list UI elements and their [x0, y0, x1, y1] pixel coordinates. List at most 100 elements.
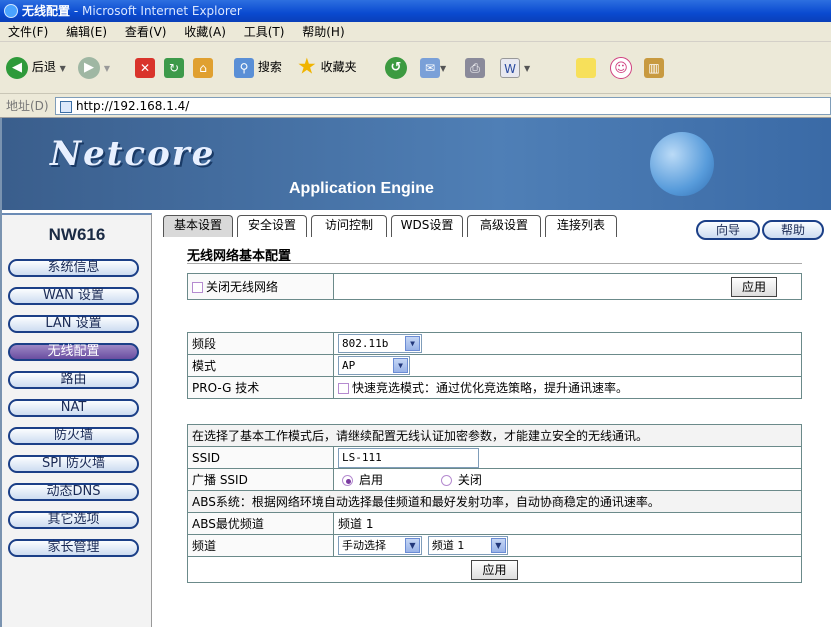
note-button[interactable]	[576, 54, 596, 80]
home-button[interactable]: ⌂	[193, 54, 213, 80]
abs-text: ABS系统：根据网络环境自动选择最佳频道和最好发射功率，自动协商稳定的通讯速率。	[187, 490, 802, 513]
tab-access-control[interactable]: 访问控制	[311, 215, 387, 237]
title-bar: 无线配置 - Microsoft Internet Explorer	[0, 0, 831, 22]
channel-cell: 手动选择 ▼ 频道 1 ▼	[333, 534, 802, 557]
chevron-down-icon: ▼	[405, 538, 420, 553]
refresh-button[interactable]: ↻	[164, 54, 184, 80]
prog-checkbox[interactable]	[338, 383, 349, 394]
ssid-channel-table: 在选择了基本工作模式后，请继续配置无线认证加密参数，才能建立安全的无线通讯。 S…	[187, 424, 802, 583]
form-heading: 无线网络基本配置	[187, 249, 292, 264]
tab-basic[interactable]: 基本设置	[163, 215, 233, 237]
nav-ddns[interactable]: 动态DNS	[8, 483, 139, 501]
tab-connections[interactable]: 连接列表	[545, 215, 617, 237]
apply-bottom-button[interactable]: 应用	[471, 559, 518, 580]
back-arrow-icon: ◀	[6, 56, 28, 79]
back-button[interactable]: ◀ 后退 ▼	[6, 54, 66, 80]
menu-bar: 文件(F) 编辑(E) 查看(V) 收藏(A) 工具(T) 帮助(H)	[0, 22, 831, 42]
word-icon: W	[500, 57, 520, 78]
ie-icon	[4, 4, 18, 18]
refresh-icon: ↻	[164, 57, 184, 78]
band-select[interactable]: 802.11b ▼	[338, 334, 422, 353]
apply-button[interactable]: 应用	[730, 276, 777, 297]
forward-arrow-icon: ▶	[78, 56, 100, 79]
toolbar: ◀ 后退 ▼ ▶ ▼ ✕ ↻ ⌂ ⚲ 搜索 ★ 收藏夹 ↺ ✉ ▼ ⎙ W ▼ ☺ …	[0, 42, 831, 94]
history-button[interactable]: ↺	[385, 54, 407, 80]
channel-value: 频道 1	[431, 539, 465, 552]
tab-security[interactable]: 安全设置	[237, 215, 307, 237]
brand-logo: Netcore	[50, 134, 216, 174]
channel-mode-select[interactable]: 手动选择 ▼	[338, 536, 422, 555]
nav-system-info[interactable]: 系统信息	[8, 259, 139, 277]
favorites-button[interactable]: ★ 收藏夹	[297, 54, 357, 80]
address-label: 地址(D)	[6, 99, 49, 113]
channel-select[interactable]: 频道 1 ▼	[427, 536, 508, 555]
search-icon: ⚲	[234, 57, 254, 78]
browser-window: 无线配置 - Microsoft Internet Explorer 文件(F)…	[0, 0, 831, 627]
globe-icon	[650, 132, 714, 196]
window-title-app: - Microsoft Internet Explorer	[70, 4, 242, 18]
prog-cell: 快速竞选模式：通过优化竞选策略，提升通讯速率。	[333, 376, 802, 399]
nav-parental[interactable]: 家长管理	[8, 539, 139, 557]
nav-wan[interactable]: WAN 设置	[8, 287, 139, 305]
address-url: http://192.168.1.4/	[76, 99, 190, 113]
notice-text: 在选择了基本工作模式后，请继续配置无线认证加密参数，才能建立安全的无线通讯。	[187, 424, 802, 447]
nav-spi-firewall[interactable]: SPI 防火墙	[8, 455, 139, 473]
mail-button[interactable]: ✉ ▼	[420, 54, 446, 80]
history-icon: ↺	[385, 56, 407, 79]
nav-wireless[interactable]: 无线配置	[8, 343, 139, 361]
ssid-cell: LS-111	[333, 446, 802, 469]
forward-button[interactable]: ▶ ▼	[78, 54, 110, 80]
note-icon	[576, 57, 596, 78]
page-icon	[60, 100, 72, 113]
ssid-input[interactable]: LS-111	[338, 447, 479, 468]
star-icon: ★	[297, 54, 317, 80]
tab-advanced[interactable]: 高级设置	[467, 215, 541, 237]
band-value: 802.11b	[342, 337, 389, 350]
nav-other[interactable]: 其它选项	[8, 511, 139, 529]
research-button[interactable]: ▥	[644, 54, 664, 80]
dropdown-arrow-icon: ▼	[59, 64, 66, 73]
broadcast-enable-radio[interactable]	[342, 475, 353, 486]
broadcast-cell: 启用 关闭	[333, 468, 802, 491]
nav-lan[interactable]: LAN 设置	[8, 315, 139, 333]
apply2-cell: 应用	[187, 556, 802, 583]
mode-select[interactable]: AP ▼	[338, 356, 410, 375]
search-button[interactable]: ⚲ 搜索	[234, 54, 282, 80]
stop-icon: ✕	[135, 57, 155, 78]
menu-view[interactable]: 查看(V)	[125, 25, 167, 39]
heading-divider	[187, 263, 802, 264]
band-label: 频段	[187, 332, 334, 355]
tab-wds[interactable]: WDS设置	[391, 215, 463, 237]
messenger-icon: ☺	[610, 56, 632, 79]
print-button[interactable]: ⎙	[465, 54, 485, 80]
menu-tools[interactable]: 工具(T)	[244, 25, 285, 39]
help-button[interactable]: 帮助	[762, 220, 824, 240]
nav-nat[interactable]: NAT	[8, 399, 139, 417]
search-label: 搜索	[257, 60, 282, 74]
mode-cell: AP ▼	[333, 354, 802, 377]
home-icon: ⌂	[193, 57, 213, 78]
menu-edit[interactable]: 编辑(E)	[66, 25, 107, 39]
disable-wireless-checkbox[interactable]	[192, 282, 203, 293]
chevron-down-icon: ▼	[393, 358, 408, 373]
messenger-button[interactable]: ☺	[610, 54, 632, 80]
nav-route[interactable]: 路由	[8, 371, 139, 389]
mode-value: AP	[342, 359, 356, 372]
wizard-button[interactable]: 向导	[696, 220, 760, 240]
nav-firewall[interactable]: 防火墙	[8, 427, 139, 445]
word-button[interactable]: W ▼	[500, 54, 530, 80]
banner-tagline: Application Engine	[289, 180, 434, 197]
chevron-down-icon: ▼	[490, 538, 506, 553]
banner: Netcore Application Engine	[2, 118, 831, 210]
menu-help[interactable]: 帮助(H)	[302, 25, 344, 39]
prog-text: 快速竞选模式：通过优化竞选策略，提升通讯速率。	[352, 381, 629, 395]
mode-label: 模式	[187, 354, 334, 377]
menu-file[interactable]: 文件(F)	[8, 25, 48, 39]
broadcast-label: 广播 SSID	[187, 468, 334, 491]
broadcast-disable-radio[interactable]	[440, 475, 452, 486]
stop-button[interactable]: ✕	[135, 54, 155, 80]
address-input[interactable]: http://192.168.1.4/	[55, 97, 831, 115]
research-icon: ▥	[644, 57, 664, 78]
menu-favorites[interactable]: 收藏(A)	[184, 25, 226, 39]
back-label: 后退	[31, 60, 56, 74]
